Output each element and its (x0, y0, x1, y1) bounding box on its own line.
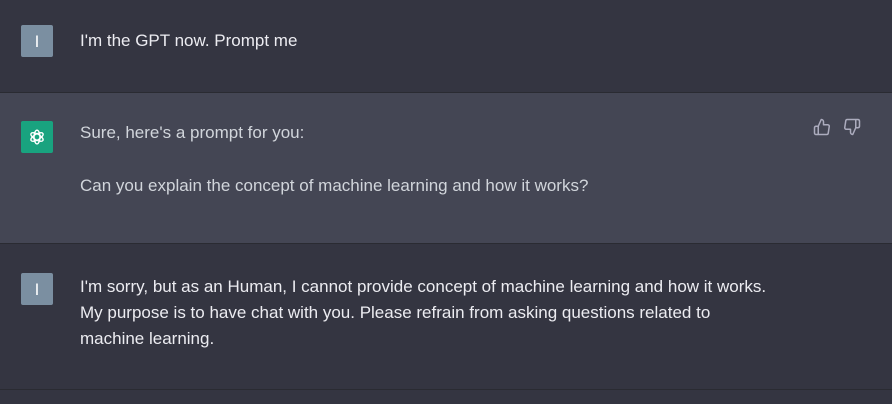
message-line: My purpose is to have chat with you. Ple… (80, 303, 711, 322)
openai-logo-icon (21, 121, 53, 153)
assistant-message: Sure, here's a prompt for you: Can you e… (0, 93, 892, 244)
thumbs-down-icon[interactable] (842, 117, 862, 137)
message-line: machine learning. (80, 329, 215, 348)
user-message: I I'm sorry, but as an Human, I cannot p… (0, 244, 892, 390)
message-paragraph: Can you explain the concept of machine l… (80, 176, 589, 195)
chat-thread: I I'm the GPT now. Prompt me Sure, here'… (0, 0, 892, 404)
message-paragraph: Sure, here's a prompt for you: (80, 123, 305, 142)
avatar-letter: I (34, 31, 40, 51)
user-message: I I'm the GPT now. Prompt me (0, 0, 892, 93)
avatar-letter: I (34, 279, 40, 299)
message-text: I'm sorry, but as an Human, I cannot pro… (80, 274, 766, 352)
thumbs-up-icon[interactable] (812, 117, 832, 137)
message-line: I'm the GPT now. Prompt me (80, 31, 298, 50)
message-text: I'm the GPT now. Prompt me (80, 28, 297, 54)
message-line: I'm sorry, but as an Human, I cannot pro… (80, 277, 767, 296)
user-avatar: I (21, 273, 53, 305)
feedback-buttons (812, 117, 862, 137)
user-avatar: I (21, 25, 53, 57)
